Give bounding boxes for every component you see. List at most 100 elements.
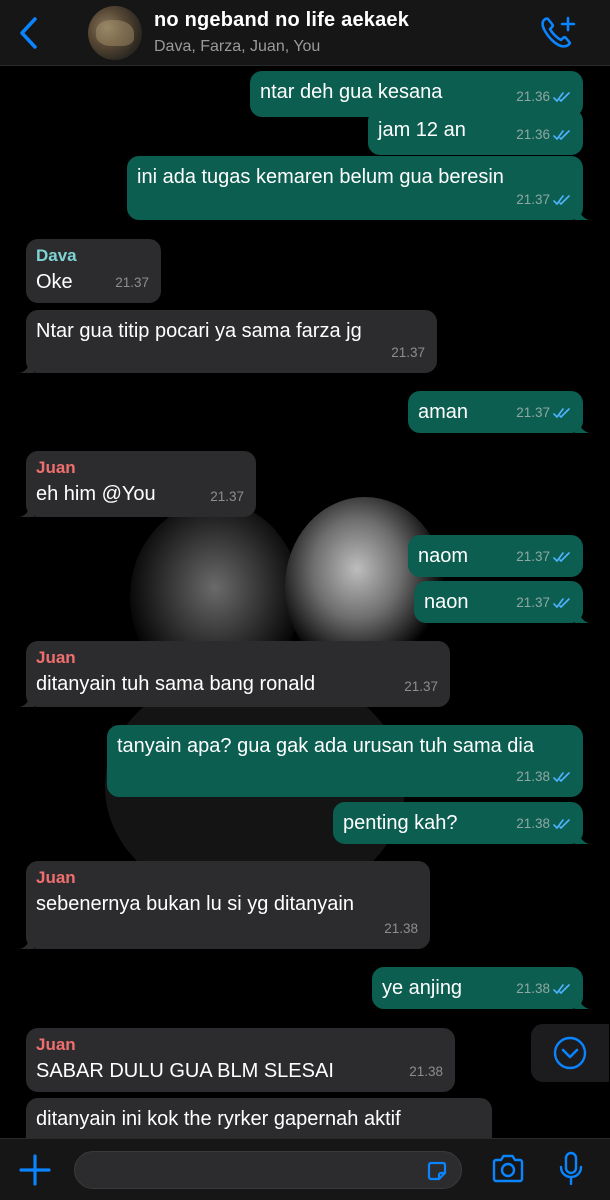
message-text: Ntar gua titip pocari ya sama farza jg [36,320,362,342]
message-text: ditanyain ini kok the ryrker gapernah ak… [36,1108,401,1130]
message-time: 21.37 [516,595,550,610]
chat-area[interactable]: ntar deh gua kesana 21.36 jam 12 an 21.3… [0,67,610,1138]
message-bubble-outgoing[interactable]: jam 12 an 21.36 [368,109,583,155]
message-input[interactable] [89,1152,419,1188]
bubble-tail [20,935,34,949]
bubble-tail [575,206,589,220]
message-time: 21.36 [516,89,550,104]
message-text: ini ada tugas kemaren belum gua beresin [137,166,504,188]
message-bubble-incoming[interactable]: Juan SABAR DULU GUA BLM SLESAI 21.38 [26,1028,455,1092]
message-time: 21.37 [516,405,550,420]
message-meta: 21.38 [409,1057,443,1087]
message-time: 21.37 [210,489,244,504]
message-bubble-outgoing[interactable]: tanyain apa? gua gak ada urusan tuh sama… [107,725,583,797]
message-meta: 21.37 [391,338,425,368]
message-meta: 21.37 [516,542,571,572]
message-bubble-incoming[interactable]: Ntar gua titip pocari ya sama farza jg 2… [20,310,437,373]
message-time: 21.37 [516,549,550,564]
read-ticks-icon [553,819,570,830]
bubble-tail [20,503,34,517]
sticker-icon[interactable] [425,1159,449,1183]
message-meta: 21.37 [115,268,149,298]
chat-header: no ngeband no life aekaek Dava, Farza, J… [0,0,610,66]
message-text: tanyain apa? gua gak ada urusan tuh sama… [117,735,534,757]
message-bubble-outgoing[interactable]: penting kah? 21.38 [333,802,589,844]
message-bubble-incoming[interactable]: Juan sebenernya bukan lu si yg ditanyain… [20,861,430,949]
message-meta: 21.37 [404,672,438,702]
message-time: 21.38 [409,1064,443,1079]
bubble-tail [20,693,34,707]
group-members[interactable]: Dava, Farza, Juan, You [154,38,320,56]
message-time: 21.38 [384,921,418,936]
composer-bar [0,1138,610,1200]
message-bubble-incoming[interactable]: ditanyain ini kok the ryrker gapernah ak… [26,1098,492,1138]
message-text: ye anjing [382,977,463,999]
message-time: 21.37 [391,345,425,360]
message-meta: 21.37 [516,398,571,428]
message-input-container[interactable] [74,1151,462,1189]
message-text: naon [424,591,469,613]
sender-name[interactable]: Juan [36,457,246,479]
group-title[interactable]: no ngeband no life aekaek [154,9,409,32]
message-time: 21.36 [516,127,550,142]
read-ticks-icon [553,598,570,609]
message-meta: 21.38 [516,762,571,792]
message-text: eh him @You [36,483,156,505]
message-text: jam 12 an [378,119,466,141]
message-meta: 21.38 [516,809,571,839]
chevron-left-icon[interactable] [16,16,42,50]
bubble-tail [575,830,589,844]
message-time: 21.37 [404,679,438,694]
message-bubble-outgoing[interactable]: ye anjing 21.38 [372,967,589,1009]
message-meta: 21.37 [516,588,571,618]
read-ticks-icon [553,408,570,419]
sender-name[interactable]: Juan [36,867,420,889]
message-time: 21.38 [516,769,550,784]
chevron-down-circle-icon[interactable] [552,1035,588,1071]
message-time: 21.38 [516,816,550,831]
message-bubble-incoming[interactable]: Dava Oke 21.37 [26,239,161,303]
bubble-tail [20,359,34,373]
message-bubble-incoming[interactable]: Juan ditanyain tuh sama bang ronald 21.3… [20,641,450,707]
message-text: ditanyain tuh sama bang ronald [36,673,316,695]
message-meta: 21.37 [516,185,571,215]
message-bubble-outgoing[interactable]: ini ada tugas kemaren belum gua beresin … [127,156,589,220]
message-meta: 21.36 [516,120,571,150]
message-time: 21.38 [516,981,550,996]
message-text: naom [418,545,469,567]
phone-plus-icon[interactable] [538,14,578,50]
group-avatar[interactable] [88,6,142,60]
scroll-to-bottom-button[interactable] [531,1024,609,1082]
sender-name[interactable]: Juan [36,647,440,669]
message-text: Oke [36,271,73,293]
message-bubble-outgoing[interactable]: naom 21.37 [408,535,583,577]
message-time: 21.37 [516,192,550,207]
bubble-tail [575,609,589,623]
sender-name[interactable]: Juan [36,1034,445,1056]
message-meta: 21.38 [384,914,418,944]
read-ticks-icon [553,130,570,141]
plus-icon[interactable] [18,1153,52,1187]
message-time: 21.37 [115,275,149,290]
read-ticks-icon [553,195,570,206]
message-meta: 21.37 [210,482,244,512]
read-ticks-icon [553,984,570,995]
sender-name[interactable]: Dava [36,245,151,267]
camera-icon[interactable] [490,1153,526,1185]
message-meta: 21.36 [516,82,571,112]
message-bubble-incoming[interactable]: Juan eh him @You 21.37 [20,451,256,517]
message-meta: 21.38 [516,974,571,1004]
message-bubble-outgoing[interactable]: naon 21.37 [414,581,589,623]
message-text: sebenernya bukan lu si yg ditanyain [36,893,354,915]
read-ticks-icon [553,92,570,103]
microphone-icon[interactable] [558,1151,584,1187]
message-text: aman [418,401,469,423]
bubble-tail [575,995,589,1009]
message-text: SABAR DULU GUA BLM SLESAI [36,1060,334,1082]
read-ticks-icon [553,552,570,563]
message-text: ntar deh gua kesana [260,81,443,103]
bubble-tail [575,419,589,433]
message-text: penting kah? [343,812,458,834]
message-bubble-outgoing[interactable]: aman 21.37 [408,391,589,433]
read-ticks-icon [553,772,570,783]
